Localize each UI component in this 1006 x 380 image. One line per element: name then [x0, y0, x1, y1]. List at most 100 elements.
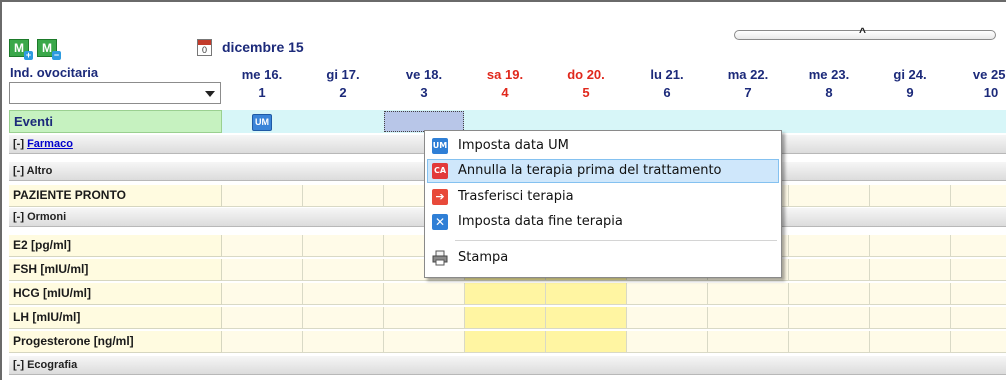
- collapse-panel-handle[interactable]: ^: [734, 25, 996, 40]
- grid-cell[interactable]: [870, 331, 951, 353]
- day-name: me 23.: [808, 67, 850, 82]
- day-header[interactable]: do 20. 5: [546, 66, 626, 102]
- grid-cell[interactable]: [465, 283, 546, 305]
- grid-cell[interactable]: [627, 307, 708, 329]
- grid-cell[interactable]: [708, 283, 789, 305]
- calendar-icon[interactable]: 0: [197, 39, 212, 56]
- day-name: do 20.: [567, 67, 605, 82]
- remove-menstruation-button[interactable]: M −: [37, 39, 61, 60]
- m-minus-icon: M: [42, 41, 52, 55]
- grid-cell[interactable]: [384, 307, 465, 329]
- section-ecografia[interactable]: [-] Ecografia: [9, 356, 1006, 375]
- grid-cell[interactable]: [546, 307, 627, 329]
- grid-cell[interactable]: [870, 259, 951, 281]
- menu-item-label: Imposta data UM: [458, 138, 569, 153]
- altro-toggle[interactable]: [-]: [13, 165, 24, 177]
- menu-item-stampa[interactable]: Stampa: [427, 246, 779, 270]
- day-number: 8: [825, 85, 833, 100]
- dropdown-arrow-icon[interactable]: [205, 91, 215, 97]
- grid-cell[interactable]: [303, 235, 384, 257]
- grid-cell[interactable]: [546, 331, 627, 353]
- day-name: ve 25.: [972, 67, 1006, 82]
- menu-separator: [455, 240, 777, 241]
- altro-label: Altro: [26, 165, 53, 177]
- menu-item-trasferisci-terapia[interactable]: ➔ Trasferisci terapia: [427, 185, 779, 209]
- grid-cell[interactable]: [708, 307, 789, 329]
- grid-cell[interactable]: [384, 331, 465, 353]
- selected-event-cell[interactable]: [384, 111, 464, 132]
- menu-item-imposta-data-um[interactable]: UM Imposta data UM: [427, 134, 779, 158]
- grid-cell[interactable]: [222, 331, 303, 353]
- grid-cell[interactable]: [384, 283, 465, 305]
- grid-cell[interactable]: [870, 307, 951, 329]
- day-name: gi 17.: [326, 67, 360, 82]
- ecografia-toggle[interactable]: [-]: [13, 359, 24, 371]
- grid-cell[interactable]: [789, 331, 870, 353]
- day-header[interactable]: gi 24. 9: [870, 66, 950, 102]
- chevron-up-icon[interactable]: ^: [859, 25, 866, 39]
- farmaco-link[interactable]: Farmaco: [27, 138, 73, 150]
- grid-cell[interactable]: [708, 331, 789, 353]
- grid-cell[interactable]: [303, 283, 384, 305]
- grid-cell[interactable]: [546, 283, 627, 305]
- grid-cell[interactable]: [789, 185, 870, 207]
- hcg-label: HCG [mIU/ml]: [9, 283, 222, 305]
- grid-cell[interactable]: [789, 235, 870, 257]
- grid-cell[interactable]: [303, 331, 384, 353]
- day-header[interactable]: ma 22. 7: [708, 66, 788, 102]
- menu-item-label: Trasferisci terapia: [458, 189, 574, 204]
- grid-cell[interactable]: [951, 307, 1006, 329]
- grid-cell[interactable]: [789, 307, 870, 329]
- calendar-icon-number: 0: [201, 45, 207, 55]
- day-number: 7: [744, 85, 752, 100]
- day-number: 2: [339, 85, 347, 100]
- grid-cell[interactable]: [303, 307, 384, 329]
- day-header[interactable]: lu 21. 6: [627, 66, 707, 102]
- progesterone-label: Progesterone [ng/ml]: [9, 331, 222, 353]
- grid-cell[interactable]: [465, 331, 546, 353]
- grid-cell[interactable]: [789, 283, 870, 305]
- menu-item-annulla-terapia[interactable]: CA Annulla la terapia prima del trattame…: [427, 159, 779, 183]
- grid-cell[interactable]: [627, 283, 708, 305]
- day-header[interactable]: gi 17. 2: [303, 66, 383, 102]
- grid-cell[interactable]: [303, 185, 384, 207]
- add-menstruation-button[interactable]: M +: [9, 39, 33, 60]
- grid-cell[interactable]: [222, 185, 303, 207]
- grid-cell[interactable]: [465, 307, 546, 329]
- grid-cell[interactable]: [870, 283, 951, 305]
- day-name: gi 24.: [893, 67, 927, 82]
- menu-item-imposta-data-fine-terapia[interactable]: ✕ Imposta data fine terapia: [427, 210, 779, 234]
- grid-cell[interactable]: [222, 283, 303, 305]
- ormoni-toggle[interactable]: [-]: [13, 211, 24, 223]
- day-header[interactable]: me 23. 8: [789, 66, 869, 102]
- grid-cell[interactable]: [222, 259, 303, 281]
- grid-cell[interactable]: [303, 259, 384, 281]
- day-name: ma 22.: [727, 67, 769, 82]
- grid-cell[interactable]: [222, 235, 303, 257]
- grid-cell[interactable]: [789, 259, 870, 281]
- grid-cell[interactable]: [951, 185, 1006, 207]
- grid-cell[interactable]: [951, 235, 1006, 257]
- grid-cell[interactable]: [951, 259, 1006, 281]
- day-number: 10: [983, 85, 999, 100]
- day-name: sa 19.: [486, 67, 524, 82]
- day-header[interactable]: sa 19. 4: [465, 66, 545, 102]
- grid-cell[interactable]: [951, 331, 1006, 353]
- grid-cell[interactable]: [627, 331, 708, 353]
- grid-cell[interactable]: [951, 283, 1006, 305]
- farmaco-toggle[interactable]: [-]: [13, 138, 24, 150]
- printer-icon: [432, 250, 448, 266]
- ind-ovocitaria-select[interactable]: [9, 82, 221, 104]
- m-plus-icon: M: [14, 41, 24, 55]
- day-header[interactable]: me 16. 1: [222, 66, 302, 102]
- day-header[interactable]: ve 18. 3: [384, 66, 464, 102]
- grid-cell[interactable]: [870, 185, 951, 207]
- grid-cell[interactable]: [222, 307, 303, 329]
- arrow-right-icon: ➔: [432, 189, 448, 205]
- grid-cell[interactable]: [870, 235, 951, 257]
- day-header[interactable]: ve 25. 10: [951, 66, 1006, 102]
- day-name: ve 18.: [405, 67, 443, 82]
- plus-badge-icon: +: [24, 50, 33, 60]
- um-event-badge[interactable]: UM: [252, 114, 272, 131]
- ecografia-label: Ecografia: [27, 359, 78, 371]
